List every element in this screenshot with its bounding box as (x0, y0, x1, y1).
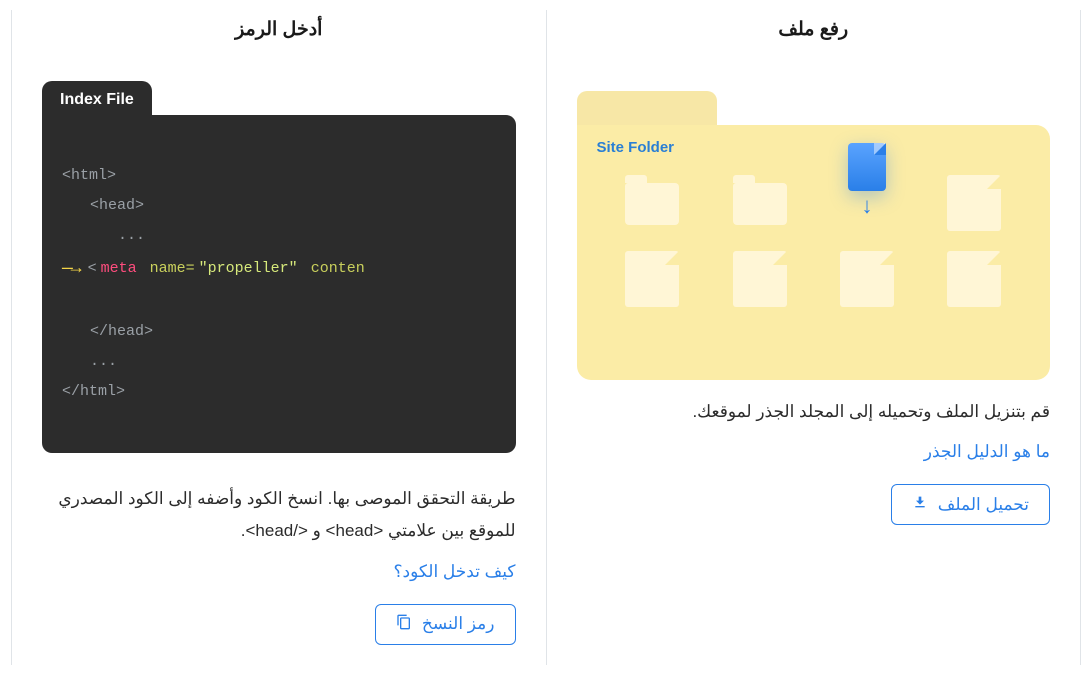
insert-code-title: أدخل الرمز (42, 18, 516, 41)
upload-file-help-link[interactable]: ما هو الدليل الجذر (577, 442, 1051, 462)
mini-file-icon (733, 251, 787, 307)
download-file-button-label: تحميل الملف (938, 495, 1029, 515)
arrow-right-icon: —→ (62, 251, 80, 287)
mini-file-icon (947, 175, 1001, 231)
upload-file-description: قم بتنزيل الملف وتحميله إلى المجلد الجذر… (577, 396, 1051, 428)
code-preview: Index File <html> <head> ... —→ <meta na… (42, 81, 516, 453)
insert-code-card: أدخل الرمز Index File <html> <head> ... … (11, 10, 547, 665)
arrow-down-icon: ↓ (861, 193, 872, 219)
insert-code-description: طريقة التحقق الموصى بها. انسخ الكود وأضف… (42, 483, 516, 548)
incoming-file-icon (848, 143, 886, 191)
code-file-label: Index File (42, 81, 152, 115)
mini-folder-icon (733, 175, 787, 231)
copy-code-button-label: رمز النسخ (422, 614, 495, 634)
folder-illustration: Site Folder ↓ (577, 91, 1051, 361)
code-body: <html> <head> ... —→ <meta name="propell… (42, 115, 516, 453)
drop-target-icon: ↓ (840, 175, 894, 231)
download-icon (912, 494, 928, 515)
mini-file-icon (625, 251, 679, 307)
upload-file-card: رفع ملف Site Folder ↓ (547, 10, 1082, 665)
site-folder-label: Site Folder (597, 139, 1031, 156)
copy-icon (396, 614, 412, 635)
upload-file-title: رفع ملف (577, 18, 1051, 41)
mini-file-icon (840, 251, 894, 307)
highlighted-code-line: —→ <meta name="propeller" conten (42, 251, 516, 287)
mini-file-icon (947, 251, 1001, 307)
copy-code-button[interactable]: رمز النسخ (375, 604, 516, 645)
mini-folder-icon (625, 175, 679, 231)
insert-code-help-link[interactable]: كيف تدخل الكود؟ (42, 562, 516, 582)
download-file-button[interactable]: تحميل الملف (891, 484, 1050, 525)
